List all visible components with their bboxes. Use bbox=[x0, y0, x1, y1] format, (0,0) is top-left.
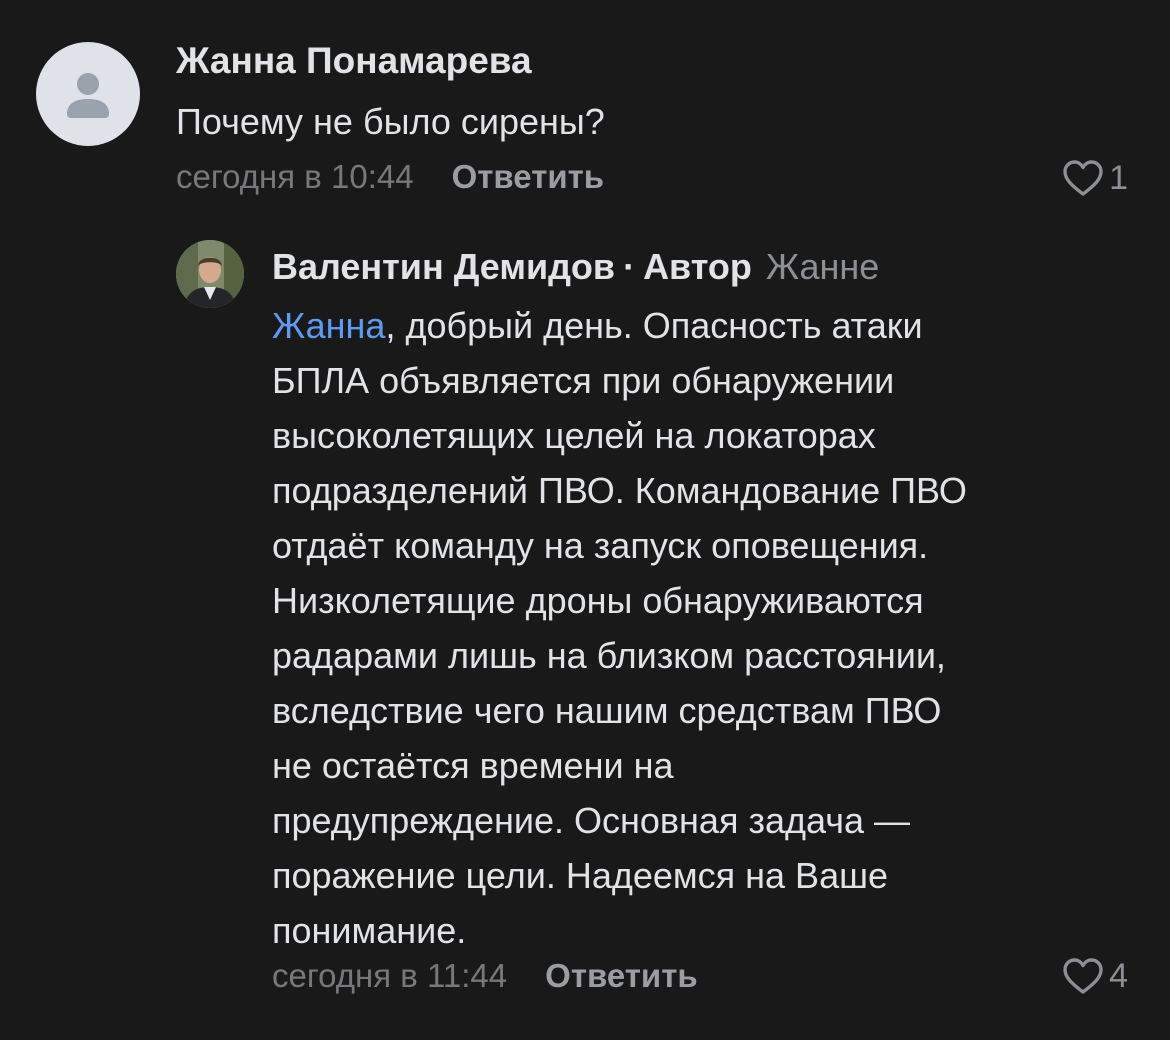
text-line: Низколетящие дроны обнаруживаются bbox=[272, 580, 924, 621]
heart-icon bbox=[1063, 160, 1103, 196]
reply-button[interactable]: Ответить bbox=[452, 158, 605, 195]
author-badge: Автор bbox=[643, 246, 752, 287]
text-line: подразделений ПВО. Командование ПВО bbox=[272, 470, 967, 511]
avatar[interactable] bbox=[36, 42, 140, 146]
comment-reply: Валентин Демидов · Автор Жанне Жанна, добры… bbox=[0, 220, 1170, 1040]
avatar[interactable] bbox=[176, 240, 244, 308]
comment-time: сегодня в 10:44 bbox=[176, 158, 414, 195]
author-photo bbox=[176, 240, 244, 308]
text-line: радарами лишь на близком расстоянии, bbox=[272, 635, 946, 676]
text-line: Жанна, добрый день. Опасность атаки bbox=[272, 305, 923, 346]
text-line: БПЛА объявляется при обнаружении bbox=[272, 360, 895, 401]
like-count: 4 bbox=[1109, 956, 1128, 995]
comment-meta: сегодня в 10:44 Ответить bbox=[176, 158, 604, 196]
like-button[interactable]: 1 bbox=[1061, 158, 1128, 198]
comment-text: Жанна, добрый день. Опасность атаки БПЛА… bbox=[272, 298, 1132, 958]
comment-meta: сегодня в 11:44 Ответить bbox=[272, 957, 698, 995]
comment-time: сегодня в 11:44 bbox=[272, 957, 508, 994]
like-count: 1 bbox=[1109, 158, 1128, 197]
comment: Жанна Понамарева Почему не было сирены? … bbox=[0, 0, 1170, 220]
comment-text: Почему не было сирены? bbox=[176, 101, 605, 142]
text-line: вследствие чего нашим средствам ПВО bbox=[272, 690, 942, 731]
text-line: предупреждение. Основная задача — bbox=[272, 800, 910, 841]
text-line: понимание. bbox=[272, 910, 467, 951]
like-button[interactable]: 4 bbox=[1061, 956, 1128, 996]
user-placeholder-icon bbox=[67, 73, 109, 118]
heart-icon bbox=[1063, 958, 1103, 994]
text-line: поражение цели. Надеемся на Ваше bbox=[272, 855, 888, 896]
separator: · bbox=[623, 246, 636, 287]
reply-to-link[interactable]: Жанне bbox=[766, 246, 879, 287]
text-line: не остаётся времени на bbox=[272, 745, 674, 786]
text-line: высоколетящих целей на локаторах bbox=[272, 415, 876, 456]
reply-button[interactable]: Ответить bbox=[545, 957, 698, 994]
comment-author[interactable]: Жанна Понамарева bbox=[176, 40, 532, 82]
text-line: отдаёт команду на запуск оповещения. bbox=[272, 525, 929, 566]
comment-author[interactable]: Валентин Демидов bbox=[272, 246, 615, 287]
comment-author-line: Валентин Демидов · Автор Жанне bbox=[272, 246, 879, 288]
mention-link[interactable]: Жанна bbox=[272, 305, 385, 346]
